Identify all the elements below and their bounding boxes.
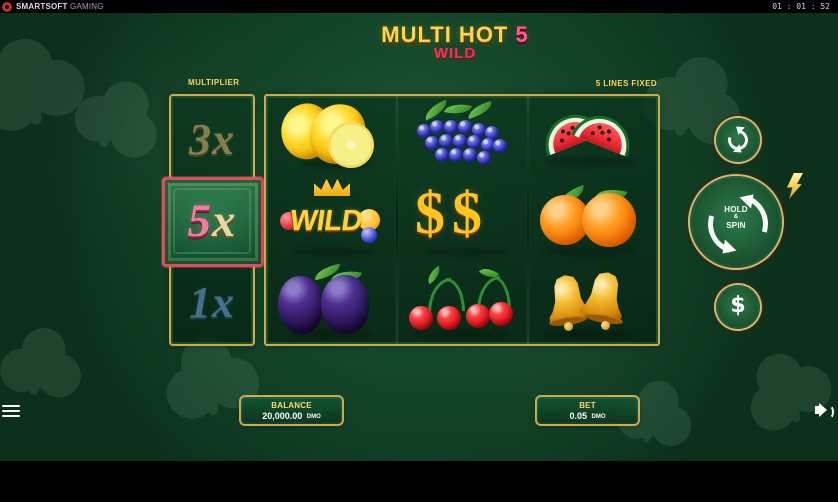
symbol-shadow	[544, 157, 636, 167]
bet-settings-button[interactable]: $	[716, 285, 760, 329]
speaker-wave	[825, 405, 834, 419]
crown-icon	[314, 178, 350, 196]
grape-icon	[449, 148, 463, 162]
dollar-icon: $	[730, 293, 746, 318]
top-status-bar: SMARTSOFT GAMING 01 : 01 : 52	[0, 0, 838, 13]
clock: 01 : 01 : 52	[772, 2, 830, 11]
reel-cell-grapes	[397, 96, 527, 178]
brand-main-text: SMARTSOFT	[16, 2, 68, 11]
brand-name: SMARTSOFT GAMING	[16, 0, 104, 13]
reel-cell-oranges	[528, 178, 658, 260]
plum-icon	[321, 275, 369, 334]
lemon-slice-icon	[328, 122, 374, 168]
balance-unit: DMO	[306, 414, 321, 420]
grape-icon	[361, 227, 377, 243]
grape-icon	[444, 120, 458, 134]
cherry-icon	[437, 306, 461, 330]
game-screen: SMARTSOFT GAMING 01 : 01 : 52 MULTI HOT …	[0, 0, 838, 502]
speaker-icon[interactable]	[814, 402, 834, 419]
balance-label: BALANCE	[271, 401, 312, 410]
hold-and-spin-button[interactable]: HOLD & SPIN	[690, 176, 782, 268]
hold-label-line1: HOLD	[724, 205, 748, 214]
hold-label-line3: SPIN	[726, 221, 746, 230]
menu-line	[2, 415, 20, 417]
active-multiplier-number: 5	[187, 195, 212, 247]
bet-value: 0.05 DMO	[537, 411, 638, 422]
grape-icon	[458, 120, 472, 134]
grape-icon	[430, 120, 444, 134]
symbol-shadow	[423, 247, 507, 256]
cherry-icon	[466, 304, 490, 328]
grape-icon	[425, 136, 439, 150]
bet-unit: DMO	[591, 414, 606, 420]
clover-decoration	[0, 319, 86, 407]
bet-amount: 0.05	[569, 411, 587, 421]
smartsoft-brand: SMARTSOFT GAMING	[2, 0, 104, 13]
clover-decoration	[66, 63, 174, 171]
reel-cell-cherries	[397, 260, 527, 342]
orange-icon	[582, 193, 636, 247]
reel-cell-bells	[528, 260, 658, 342]
balance-amount: 20,000.00	[262, 411, 303, 421]
cherry-icon	[489, 302, 513, 326]
multiplier-bottom: 1x	[189, 277, 235, 327]
leaf-icon	[465, 101, 495, 119]
plum-icon	[278, 276, 323, 334]
grape-icon	[493, 139, 507, 153]
symbol-shadow	[414, 330, 510, 339]
symbol-shadow	[292, 247, 376, 256]
grape-icon	[439, 134, 453, 148]
grape-icon	[477, 151, 491, 165]
multiplier-label: MULTIPLIER	[188, 78, 240, 87]
smartsoft-logo-icon	[2, 1, 12, 12]
lines-label: 5 LINES FIXED	[595, 79, 657, 88]
cherry-icon	[409, 306, 433, 330]
grape-icon	[467, 135, 481, 149]
balance-box: BALANCE 20,000.00 DMO	[239, 395, 344, 426]
grape-icon	[453, 134, 467, 148]
reel-cell-lemons	[266, 96, 396, 178]
active-multiplier: 5x	[162, 177, 264, 267]
bet-box: BET 0.05 DMO	[535, 395, 640, 426]
menu-line	[2, 405, 20, 407]
reels-panel: WILD $ $	[264, 94, 660, 346]
active-multiplier-inner: 5x	[173, 188, 251, 254]
brand-sub-text: GAMING	[70, 2, 104, 11]
active-multiplier-suffix: x	[212, 195, 237, 247]
hold-and-spin-label: HOLD & SPIN	[708, 205, 764, 230]
hold-label-line2: &	[733, 214, 739, 220]
bell-clapper-icon	[601, 321, 610, 330]
bottom-black-bar	[0, 461, 838, 502]
dollar-symbol-icon: $	[452, 180, 482, 246]
bet-label: BET	[579, 401, 596, 410]
menu-icon[interactable]	[2, 405, 20, 419]
grape-icon	[435, 148, 449, 162]
menu-line	[2, 410, 20, 412]
refresh-icon	[724, 126, 752, 154]
reel-cell-wild: WILD	[266, 178, 396, 260]
bell-clapper-icon	[564, 322, 573, 331]
reel-cell-dollars: $ $	[397, 178, 527, 260]
autoplay-button[interactable]	[716, 118, 760, 162]
balance-value: 20,000.00 DMO	[241, 411, 342, 422]
clover-decoration	[731, 334, 838, 445]
reel-cell-watermelon	[528, 96, 658, 178]
grape-icon	[463, 148, 477, 162]
symbol-shadow	[543, 330, 638, 339]
reel-cell-plums	[266, 260, 396, 342]
dollar-symbol-icon: $	[415, 180, 445, 246]
multiplier-top: 3x	[189, 114, 235, 164]
symbol-shadow	[544, 246, 636, 256]
wild-text: WILD	[287, 205, 365, 237]
